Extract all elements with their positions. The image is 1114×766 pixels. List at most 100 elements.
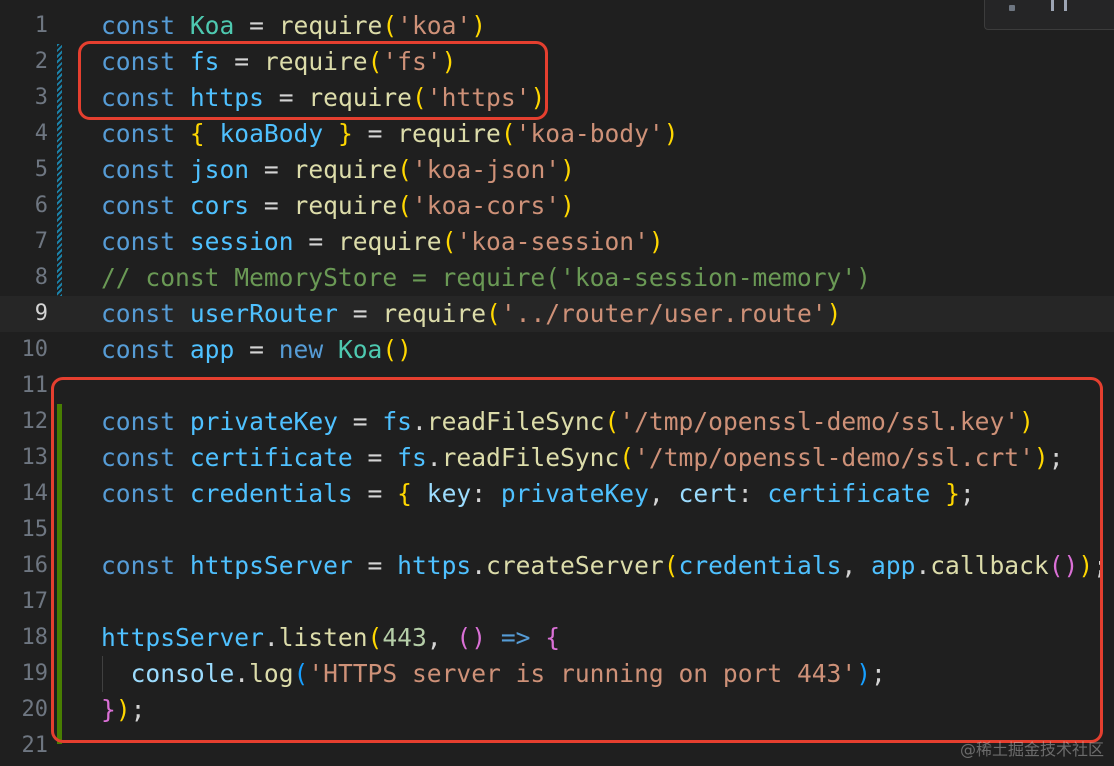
line-number: 6 <box>34 193 48 218</box>
code-line[interactable]: 12 const privateKey = fs.readFileSync('/t… <box>0 404 1114 440</box>
code-token: . <box>426 443 442 472</box>
code-token: const <box>101 155 176 184</box>
code-line[interactable]: 15 <box>0 512 1114 548</box>
code-token: ( <box>619 443 635 472</box>
code-token: certificate <box>767 479 931 508</box>
code-token: = <box>234 11 279 40</box>
line-number: 2 <box>34 49 48 74</box>
code-token: '/tmp/openssl-demo/ssl.crt' <box>634 443 1034 472</box>
code-line[interactable]: 19 console.log('HTTPS server is running … <box>0 656 1114 692</box>
code-token: ) <box>663 119 679 148</box>
code-line[interactable]: 17 <box>0 584 1114 620</box>
line-number: 17 <box>21 589 49 614</box>
code-token: 'https' <box>426 83 531 112</box>
code-token: ) <box>856 659 871 688</box>
code-token: = <box>219 47 264 76</box>
code-line[interactable]: 20}); <box>0 692 1114 728</box>
line-number: 5 <box>34 157 48 182</box>
code-token: ; <box>959 479 975 508</box>
code-token: require <box>382 299 487 328</box>
code-token: ; <box>1048 443 1064 472</box>
code-token: credentials <box>678 551 842 580</box>
code-editor[interactable]: 1 const Koa = require('koa') 2 const fs = r… <box>0 0 1114 766</box>
line-number: 10 <box>21 337 49 362</box>
code-token: . <box>234 659 250 688</box>
code-token: ( <box>382 11 398 40</box>
code-line[interactable]: 11 <box>0 368 1114 404</box>
line-number: 7 <box>34 229 48 254</box>
code-line[interactable]: 9 const userRouter = require('../router/u… <box>0 296 1114 332</box>
code-token: = <box>337 299 383 328</box>
code-line[interactable]: 1 const Koa = require('koa') <box>0 8 1114 44</box>
line-number: 15 <box>21 517 49 542</box>
code-token: require <box>308 83 412 112</box>
code-line[interactable]: 5 const json = require('koa-json') <box>0 152 1114 188</box>
code-token: privateKey <box>500 479 649 508</box>
line-number: 18 <box>21 625 49 650</box>
code-token: ) <box>1019 407 1034 436</box>
code-token: ) <box>648 227 664 256</box>
code-line[interactable]: 16 const httpsServer = https.createServer… <box>0 548 1114 584</box>
code-line[interactable]: 6 const cors = require('koa-cors') <box>0 188 1114 224</box>
code-token: , <box>841 551 872 580</box>
code-token: 'koa-body' <box>515 119 664 148</box>
code-token: key <box>426 479 472 508</box>
code-token: const <box>101 335 176 364</box>
line-number: 21 <box>21 733 49 758</box>
code-token: const <box>101 83 176 112</box>
code-text: const json = require('koa-json') <box>101 152 575 188</box>
code-token: = <box>352 551 398 580</box>
code-line[interactable]: 10 const app = new Koa() <box>0 332 1114 368</box>
code-token: '../router/user.route' <box>500 299 827 328</box>
line-number: 12 <box>21 409 49 434</box>
code-line[interactable]: 7 const session = require('koa-session') <box>0 224 1114 260</box>
line-number: 20 <box>21 697 49 722</box>
code-token: { <box>397 479 412 508</box>
code-token: certificate <box>189 443 353 472</box>
code-token: = <box>352 443 398 472</box>
code-token: = <box>263 83 309 112</box>
code-token: require <box>293 155 398 184</box>
code-line[interactable]: 21 <box>0 728 1114 764</box>
code-token: log <box>249 659 294 688</box>
code-token: ( <box>441 227 457 256</box>
code-token: { <box>545 623 561 652</box>
code-token: const <box>101 299 176 328</box>
code-text: const certificate = fs.readFileSync('/tm… <box>101 440 1064 476</box>
code-line[interactable]: 4 const { koaBody } = require('koa-body') <box>0 116 1114 152</box>
code-line[interactable]: 2 const fs = require('fs') <box>0 44 1114 80</box>
watermark: @稀土掘金技术社区 <box>959 740 1104 759</box>
code-text: const fs = require('fs') <box>101 44 456 80</box>
code-token: { <box>189 119 205 148</box>
code-token: = <box>352 479 398 508</box>
code-line[interactable]: 18 httpsServer.listen(443, () => { <box>0 620 1114 656</box>
code-token: koaBody <box>219 119 324 148</box>
code-token: } <box>945 479 960 508</box>
code-line[interactable]: 13 const certificate = fs.readFileSync('/… <box>0 440 1114 476</box>
code-token: () <box>1048 551 1079 580</box>
code-token: const <box>101 479 176 508</box>
code-token: () <box>382 335 412 364</box>
code-token: json <box>189 155 250 184</box>
code-token: 'koa-cors' <box>411 191 561 220</box>
code-token: ( <box>486 299 501 328</box>
code-token: credentials <box>189 479 353 508</box>
code-token: // const MemoryStore = require('koa-sess… <box>101 263 871 292</box>
code-token: 'fs' <box>382 47 442 76</box>
code-line[interactable]: 14 const credentials = { key: privateKey,… <box>0 476 1114 512</box>
code-token: ) <box>826 299 842 328</box>
code-line[interactable]: 3 const https = require('https') <box>0 80 1114 116</box>
code-text: const credentials = { key: privateKey, c… <box>101 476 975 512</box>
code-token: Koa <box>337 335 383 364</box>
code-token: callback <box>930 551 1049 580</box>
minimap-widget[interactable] <box>984 0 1114 30</box>
code-line[interactable]: 8 // const MemoryStore = require('koa-ses… <box>0 260 1114 296</box>
code-token: ( <box>367 47 383 76</box>
code-token: ) <box>560 191 575 220</box>
